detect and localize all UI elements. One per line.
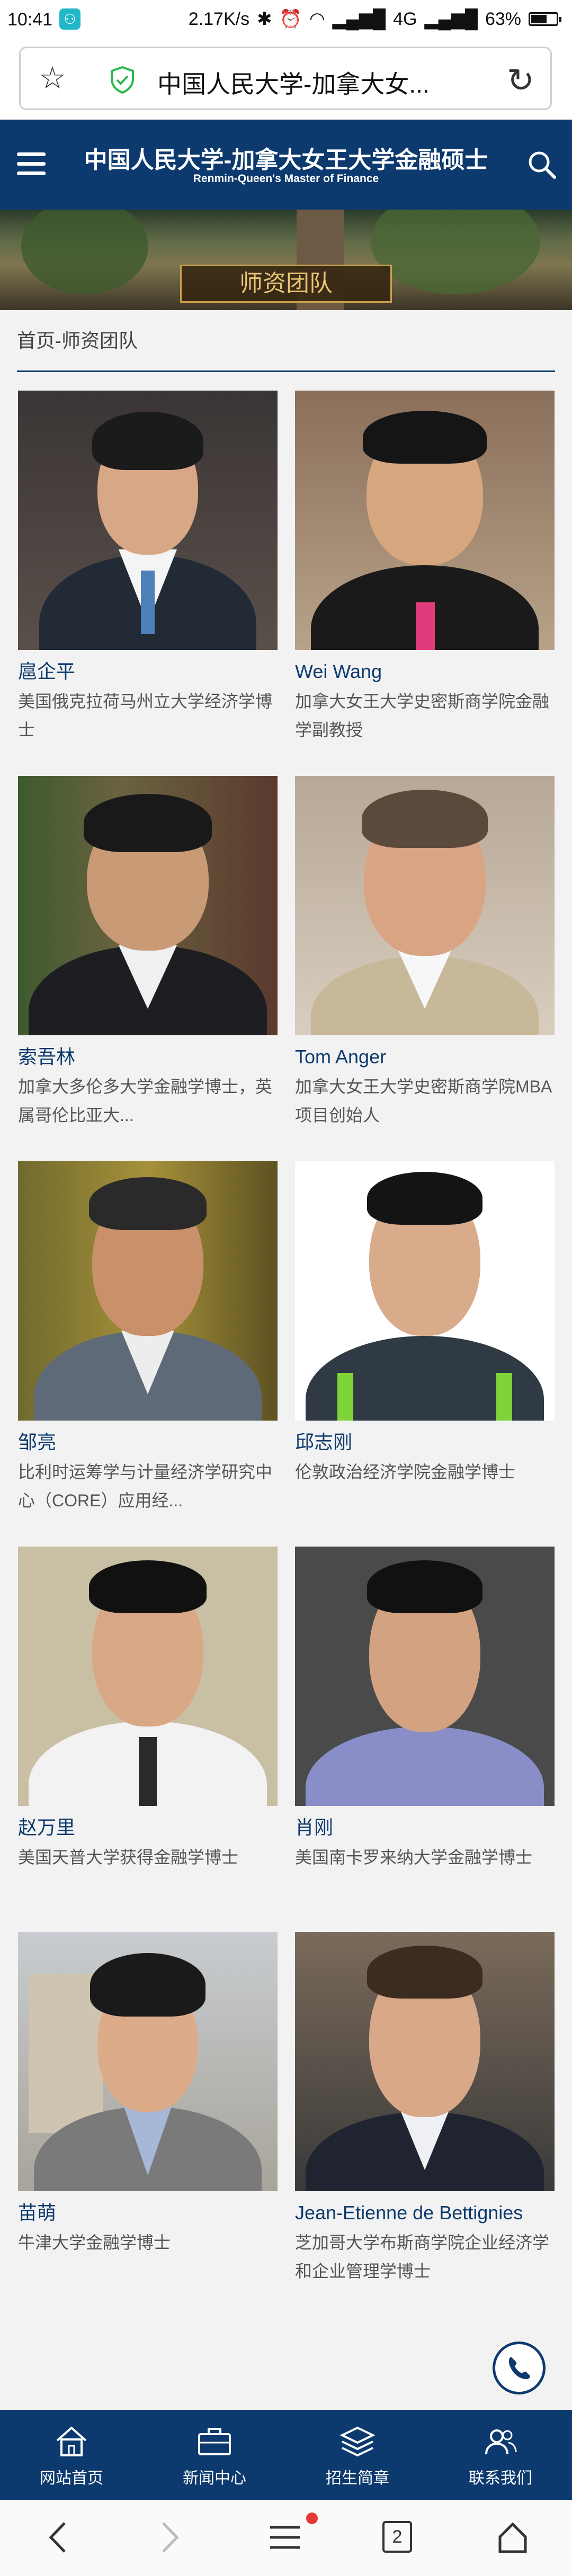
reload-icon[interactable]: ↻	[507, 61, 534, 100]
faculty-photo[interactable]	[18, 776, 278, 1035]
phone-call-button[interactable]	[493, 2342, 546, 2394]
network-type: 4G	[393, 8, 417, 29]
faculty-card[interactable]: Tom Anger 加拿大女王大学史密斯商学院MBA项目创始人	[295, 776, 555, 1129]
home-page-icon[interactable]	[497, 2519, 529, 2556]
faculty-desc: 伦敦政治经济学院金融学博士	[295, 1462, 516, 1481]
url-text[interactable]: 中国人民大学-加拿大女...	[157, 65, 430, 100]
faculty-name[interactable]: Wei Wang	[295, 659, 555, 684]
faculty-photo[interactable]	[18, 1547, 278, 1806]
faculty-desc: 美国天普大学获得金融学博士	[18, 1848, 239, 1867]
signal-icon-2: ▂▄▆█	[424, 9, 478, 29]
nav-label: 新闻中心	[183, 2470, 246, 2487]
faculty-photo[interactable]	[295, 1932, 555, 2191]
faculty-photo[interactable]	[295, 776, 555, 1035]
faculty-photo[interactable]	[295, 1161, 555, 1421]
nav-admissions[interactable]: 招生简章	[286, 2410, 429, 2500]
faculty-photo[interactable]	[18, 1932, 278, 2191]
nav-label: 网站首页	[40, 2470, 103, 2487]
faculty-card[interactable]: Jean-Etienne de Bettignies 芝加哥大学布斯商学院企业经…	[295, 1932, 555, 2285]
bluetooth-icon: ✱	[257, 9, 272, 29]
faculty-desc: 芝加哥大学布斯商学院企业经济学和企业管理学博士	[295, 2233, 550, 2281]
faculty-photo[interactable]	[295, 391, 555, 650]
search-icon[interactable]	[526, 149, 557, 180]
faculty-name[interactable]: Jean-Etienne de Bettignies	[295, 2201, 555, 2225]
nav-news[interactable]: 新闻中心	[143, 2410, 286, 2500]
tabs-button[interactable]: 2	[382, 2521, 412, 2553]
bookmark-star-icon[interactable]: ☆	[39, 63, 66, 94]
faculty-desc: 比利时运筹学与计量经济学研究中心（CORE）应用经...	[18, 1462, 273, 1510]
alarm-icon: ⏰	[279, 9, 302, 29]
site-title: 中国人民大学-加拿大女王大学金融硕士	[84, 147, 488, 173]
browser-toolbar: ☆ 中国人民大学-加拿大女... ↻	[0, 40, 572, 120]
faculty-name[interactable]: Tom Anger	[295, 1045, 555, 1069]
network-speed: 2.17K/s	[188, 8, 250, 29]
layers-icon	[339, 2426, 376, 2457]
faculty-desc: 美国南卡罗来纳大学金融学博士	[295, 1848, 533, 1867]
home-icon	[56, 2426, 87, 2456]
faculty-name[interactable]: 邱志刚	[295, 1430, 555, 1454]
faculty-name[interactable]: 苗萌	[18, 2201, 278, 2225]
faculty-card[interactable]: 扈企平 美国俄克拉荷马州立大学经济学博士	[18, 391, 278, 744]
faculty-photo[interactable]	[18, 1161, 278, 1421]
status-time: 10:41	[7, 10, 53, 30]
faculty-name[interactable]: 赵万里	[18, 1815, 278, 1840]
section-banner: 师资团队	[0, 210, 572, 310]
address-bar[interactable]: ☆ 中国人民大学-加拿大女... ↻	[19, 47, 552, 110]
briefcase-icon	[198, 2428, 231, 2455]
notification-dot	[306, 2512, 318, 2524]
faculty-card[interactable]: 索吾林 加拿大多伦多大学金融学博士，英属哥伦比亚大...	[18, 776, 278, 1129]
faculty-photo[interactable]	[18, 391, 278, 650]
bottom-nav: 网站首页 新闻中心 招生简章 联系我们	[0, 2410, 572, 2500]
faculty-card[interactable]: 肖刚 美国南卡罗来纳大学金融学博士	[295, 1547, 555, 1872]
faculty-card[interactable]: 邱志刚 伦敦政治经济学院金融学博士	[295, 1161, 555, 1486]
faculty-name[interactable]: 肖刚	[295, 1815, 555, 1840]
status-bar: 10:41 ⚇ 2.17K/s ✱ ⏰ ◠ ▂▄▆█ 4G ▂▄▆█ 63%	[0, 0, 572, 40]
phone-icon	[508, 2357, 530, 2380]
breadcrumb-divider	[17, 370, 555, 372]
breadcrumb[interactable]: 首页-师资团队	[17, 326, 138, 353]
app-notification-icon: ⚇	[59, 8, 81, 30]
faculty-card[interactable]: 赵万里 美国天普大学获得金融学博士	[18, 1547, 278, 1872]
nav-home[interactable]: 网站首页	[0, 2410, 143, 2500]
faculty-desc: 牛津大学金融学博士	[18, 2233, 171, 2252]
forward-icon[interactable]	[157, 2519, 183, 2556]
wifi-icon: ◠	[309, 9, 325, 29]
nav-label: 联系我们	[469, 2470, 532, 2487]
faculty-desc: 美国俄克拉荷马州立大学经济学博士	[18, 692, 273, 739]
banner-label: 师资团队	[180, 265, 392, 303]
back-icon[interactable]	[44, 2519, 71, 2556]
faculty-name[interactable]: 索吾林	[18, 1045, 278, 1069]
battery-icon	[529, 12, 561, 26]
faculty-card[interactable]: 邹亮 比利时运筹学与计量经济学研究中心（CORE）应用经...	[18, 1161, 278, 1515]
signal-icon: ▂▄▆█	[332, 9, 386, 29]
faculty-name[interactable]: 邹亮	[18, 1430, 278, 1454]
faculty-photo[interactable]	[295, 1547, 555, 1806]
nav-contact[interactable]: 联系我们	[429, 2410, 572, 2500]
menu-lines-icon[interactable]	[268, 2519, 302, 2556]
browser-bottom-bar: 2	[0, 2500, 572, 2576]
faculty-name[interactable]: 扈企平	[18, 659, 278, 684]
secure-shield-icon	[111, 66, 134, 94]
site-subtitle: Renmin-Queen's Master of Finance	[193, 173, 379, 185]
faculty-card[interactable]: 苗萌 牛津大学金融学博士	[18, 1932, 278, 2257]
contacts-icon	[485, 2429, 517, 2455]
faculty-desc: 加拿大女王大学史密斯商学院MBA项目创始人	[295, 1077, 552, 1125]
nav-label: 招生简章	[326, 2470, 389, 2487]
faculty-desc: 加拿大多伦多大学金融学博士，英属哥伦比亚大...	[18, 1077, 273, 1125]
faculty-desc: 加拿大女王大学史密斯商学院金融学副教授	[295, 692, 550, 739]
battery-percent: 63%	[485, 8, 521, 29]
site-header: 中国人民大学-加拿大女王大学金融硕士 Renmin-Queen's Master…	[0, 120, 572, 210]
faculty-card[interactable]: Wei Wang 加拿大女王大学史密斯商学院金融学副教授	[295, 391, 555, 744]
